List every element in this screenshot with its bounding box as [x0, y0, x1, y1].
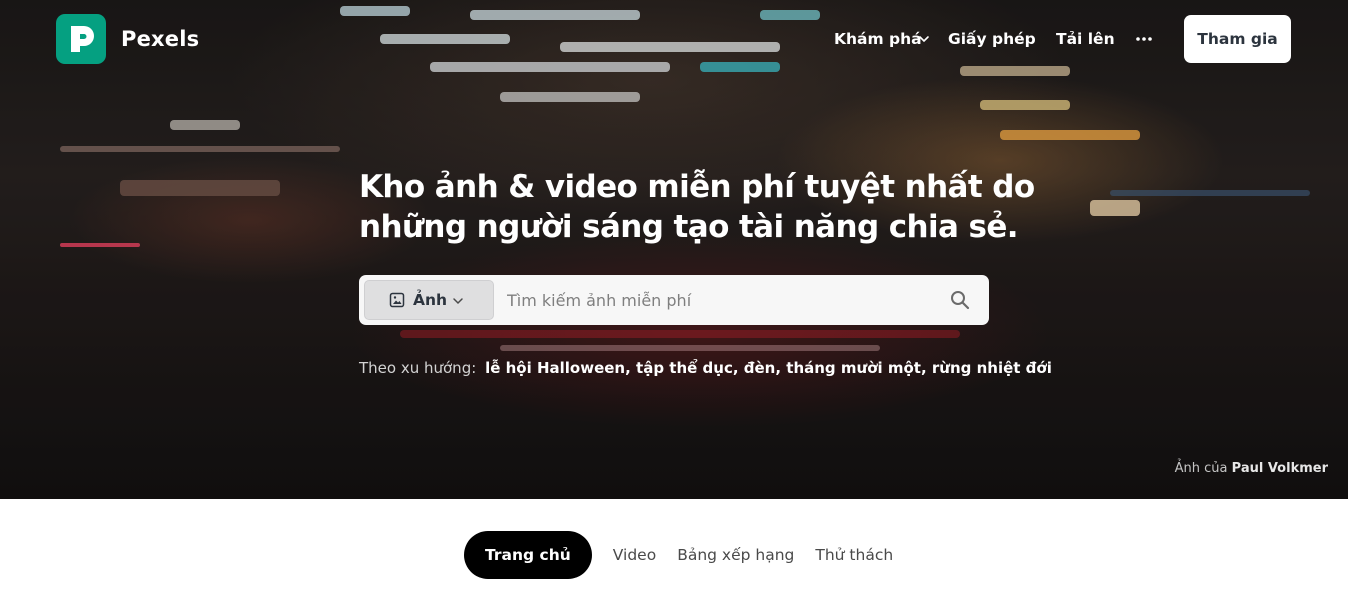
- trending-searches: Theo xu hướng: lễ hội Halloween, tập thể…: [359, 359, 1052, 377]
- search-type-label: Ảnh: [413, 291, 448, 309]
- photo-credit-prefix: Ảnh của: [1174, 461, 1228, 476]
- pexels-logo-icon: [71, 26, 94, 52]
- nav-license[interactable]: Giấy phép: [948, 30, 1036, 48]
- hero-headline: Kho ảnh & video miễn phí tuyệt nhất do n…: [359, 167, 1035, 247]
- trending-link[interactable]: tháng mười một: [786, 359, 921, 377]
- join-button[interactable]: Tham gia: [1184, 15, 1291, 63]
- chevron-down-icon: [453, 298, 463, 305]
- search-input[interactable]: [507, 275, 927, 325]
- brand-name[interactable]: Pexels: [121, 27, 199, 51]
- trending-link[interactable]: lễ hội Halloween: [485, 359, 625, 377]
- search-icon[interactable]: [950, 290, 970, 310]
- hero-headline-line1: Kho ảnh & video miễn phí tuyệt nhất do: [359, 169, 1035, 205]
- tab-video[interactable]: Video: [613, 546, 656, 564]
- trending-link[interactable]: tập thể dục: [636, 359, 733, 377]
- trending-label: Theo xu hướng:: [359, 359, 477, 377]
- photo-credit-author[interactable]: Paul Volkmer: [1232, 461, 1328, 476]
- content-tabs: Trang chủ Video Bảng xếp hạng Thử thách: [464, 531, 893, 579]
- more-options-icon[interactable]: [1136, 37, 1152, 41]
- tab-leaderboard[interactable]: Bảng xếp hạng: [677, 546, 794, 564]
- pexels-logo[interactable]: [56, 14, 106, 64]
- hero-headline-line2: những người sáng tạo tài năng chia sẻ.: [359, 209, 1019, 245]
- nav-upload[interactable]: Tải lên: [1056, 30, 1115, 48]
- nav-explore[interactable]: Khám phá: [834, 30, 922, 48]
- search-bar: Ảnh: [359, 275, 989, 325]
- chevron-down-icon[interactable]: [918, 33, 930, 45]
- photo-credit: Ảnh của Paul Volkmer: [1175, 461, 1328, 476]
- image-icon: [389, 292, 405, 308]
- hero-overlay: [0, 0, 1348, 499]
- hero-section: Pexels Khám phá Giấy phép Tải lên Tham g…: [0, 0, 1348, 499]
- tab-home[interactable]: Trang chủ: [464, 531, 592, 579]
- search-type-dropdown[interactable]: Ảnh: [364, 280, 494, 320]
- trending-link[interactable]: đèn: [744, 359, 776, 377]
- tab-challenges[interactable]: Thử thách: [815, 546, 893, 564]
- trending-link[interactable]: rừng nhiệt đới: [932, 359, 1052, 377]
- trending-links: lễ hội Halloween, tập thể dục, đèn, thán…: [485, 359, 1052, 377]
